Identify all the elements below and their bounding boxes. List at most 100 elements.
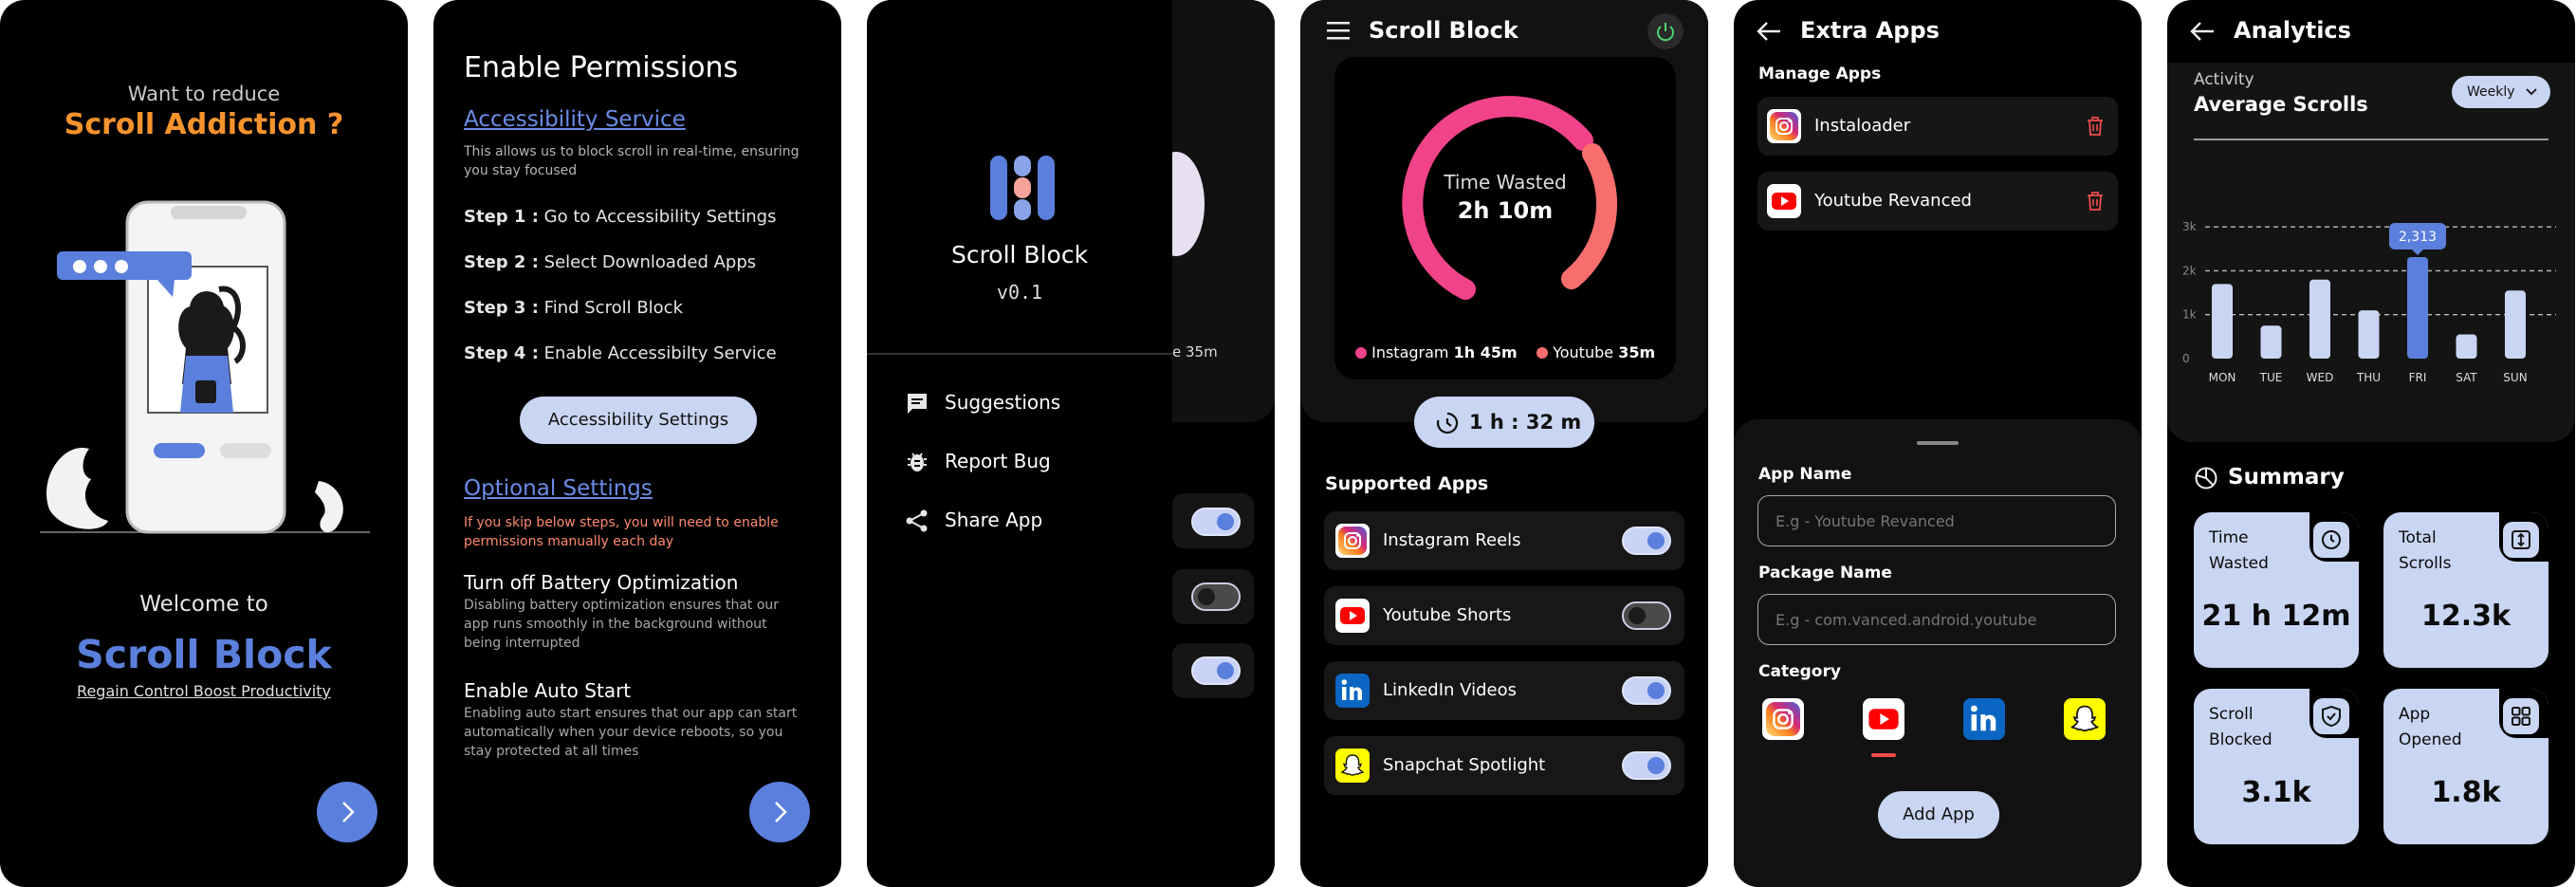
nav-drawer: Scroll Block v0.1 Suggestions Report Bug… (867, 0, 1172, 887)
menu-item-suggestions[interactable]: Suggestions (905, 387, 1151, 419)
accessibility-section-title[interactable]: Accessibility Service (464, 107, 686, 132)
managed-app-row: Youtube Revanced (1757, 172, 2118, 231)
activity-label: Activity (2194, 70, 2254, 89)
chevron-right-icon (342, 802, 355, 822)
auto-start-title[interactable]: Enable Auto Start (464, 679, 631, 702)
next-button[interactable] (317, 782, 377, 842)
phone-illustration (34, 194, 376, 536)
instagram-icon (1335, 524, 1370, 558)
x-tick-label: THU (2356, 371, 2381, 384)
step-3: Step 3 : Find Scroll Block (464, 298, 684, 318)
background-content-peek: e 35m (1148, 0, 1275, 887)
bar-sat[interactable] (2456, 334, 2477, 359)
next-button[interactable] (749, 782, 810, 842)
legend-youtube: Youtube 35m (1536, 343, 1655, 361)
chevron-down-icon (2526, 88, 2537, 96)
page-title: Analytics (2234, 17, 2351, 44)
page-title: Scroll Block (1369, 17, 1518, 44)
package-name-label: Package Name (1758, 564, 1892, 582)
peek-toggle (1191, 656, 1241, 685)
menu-icon[interactable] (1327, 21, 1352, 42)
app-name: Youtube Shorts (1383, 605, 1512, 625)
youtube-icon (1335, 599, 1370, 633)
app-name-input[interactable] (1757, 495, 2116, 546)
linkedin-icon (1335, 674, 1370, 708)
screen-extra-apps: Extra Apps Manage Apps Instaloader Youtu… (1734, 0, 2142, 887)
card-label: Scroll Blocked (2209, 705, 2272, 749)
youtube-icon (1767, 184, 1801, 218)
step-2: Step 2 : Select Downloaded Apps (464, 252, 757, 272)
chevron-right-icon (775, 802, 787, 822)
app-name: Snapchat Spotlight (1383, 755, 1546, 775)
app-row-youtube[interactable]: Youtube Shorts (1324, 586, 1684, 645)
summary-card-total-scrolls: Total Scrolls 12.3k (2383, 512, 2548, 668)
bar-mon[interactable] (2212, 284, 2233, 359)
linkedin-icon[interactable] (1963, 698, 2005, 740)
drawer-divider (867, 353, 1172, 355)
trash-icon[interactable] (2086, 191, 2105, 212)
y-tick-label: 1k (2182, 308, 2197, 322)
back-arrow-icon[interactable] (2190, 21, 2215, 42)
scroll-icon (2512, 530, 2530, 549)
card-value: 1.8k (2431, 776, 2501, 809)
auto-start-description: Enabling auto start ensures that our app… (464, 706, 798, 759)
menu-item-share-app[interactable]: Share App (905, 505, 1151, 537)
add-app-button[interactable]: Add App (1878, 791, 1999, 839)
snapchat-icon (1335, 748, 1370, 783)
optional-settings-title[interactable]: Optional Settings (464, 476, 653, 501)
bar-tue[interactable] (2260, 325, 2282, 359)
app-row-snapchat[interactable]: Snapchat Spotlight (1324, 736, 1684, 795)
app-row-linkedin[interactable]: LinkedIn Videos (1324, 661, 1684, 720)
card-label: Total Scrolls (2399, 528, 2452, 573)
timer-pill[interactable]: 1 h : 32 m (1414, 397, 1594, 448)
app-row-instagram[interactable]: Instagram Reels (1324, 511, 1684, 570)
battery-optimization-description: Disabling battery optimization ensures t… (464, 598, 780, 651)
snapchat-icon[interactable] (2064, 698, 2106, 740)
drawer-app-name: Scroll Block (950, 241, 1089, 268)
battery-optimization-title[interactable]: Turn off Battery Optimization (464, 571, 738, 594)
page-title: Extra Apps (1800, 17, 1940, 44)
app-version: v0.1 (996, 281, 1043, 304)
period-dropdown[interactable]: Weekly (2452, 76, 2550, 108)
app-toggle[interactable] (1622, 601, 1671, 630)
app-name: Instagram Reels (1383, 530, 1521, 550)
instagram-icon[interactable] (1762, 698, 1804, 740)
app-name: LinkedIn Videos (1383, 680, 1517, 700)
app-toggle[interactable] (1622, 676, 1671, 705)
add-app-sheet: App Name Package Name Category Add App (1734, 419, 2142, 887)
step-1: Step 1 : Go to Accessibility Settings (464, 207, 777, 227)
screen-enable-permissions: Enable Permissions Accessibility Service… (433, 0, 841, 887)
accessibility-settings-button[interactable]: Accessibility Settings (520, 397, 757, 444)
y-tick-label: 2k (2182, 264, 2197, 277)
tooltip-pointer (2412, 249, 2423, 255)
app-name: Youtube Revanced (1814, 191, 1972, 211)
bar-wed[interactable] (2309, 279, 2330, 359)
back-arrow-icon[interactable] (1757, 21, 1781, 42)
summary-title: Summary (2228, 465, 2345, 490)
app-toggle[interactable] (1622, 527, 1671, 555)
managed-app-row: Instaloader (1757, 97, 2118, 156)
app-name: Instaloader (1814, 116, 1911, 136)
screen-onboarding-welcome: Want to reduce Scroll Addiction ? Welcom… (0, 0, 408, 887)
bar-thu[interactable] (2358, 310, 2380, 359)
screen-analytics: Analytics Activity Average Scrolls Weekl… (2167, 0, 2575, 887)
welcome-to-label: Welcome to (139, 592, 268, 617)
page-title: Enable Permissions (464, 51, 739, 84)
peek-toggle (1191, 582, 1241, 611)
power-icon (1657, 23, 1674, 42)
card-value: 12.3k (2421, 600, 2511, 633)
peek-toggle (1191, 508, 1241, 536)
sheet-handle[interactable] (1917, 441, 1959, 445)
youtube-icon[interactable] (1863, 698, 1904, 740)
power-button[interactable] (1647, 13, 1684, 49)
manage-apps-title: Manage Apps (1758, 65, 1882, 83)
y-tick-label: 0 (2182, 352, 2190, 365)
trash-icon[interactable] (2086, 116, 2105, 137)
package-name-input[interactable] (1757, 594, 2116, 645)
card-label: Time Wasted (2209, 528, 2269, 573)
bar-sun[interactable] (2505, 290, 2526, 359)
bar-fri[interactable] (2407, 256, 2428, 359)
app-toggle[interactable] (1622, 751, 1671, 780)
timer-icon (1436, 412, 1459, 434)
menu-item-report-bug[interactable]: Report Bug (905, 446, 1151, 478)
